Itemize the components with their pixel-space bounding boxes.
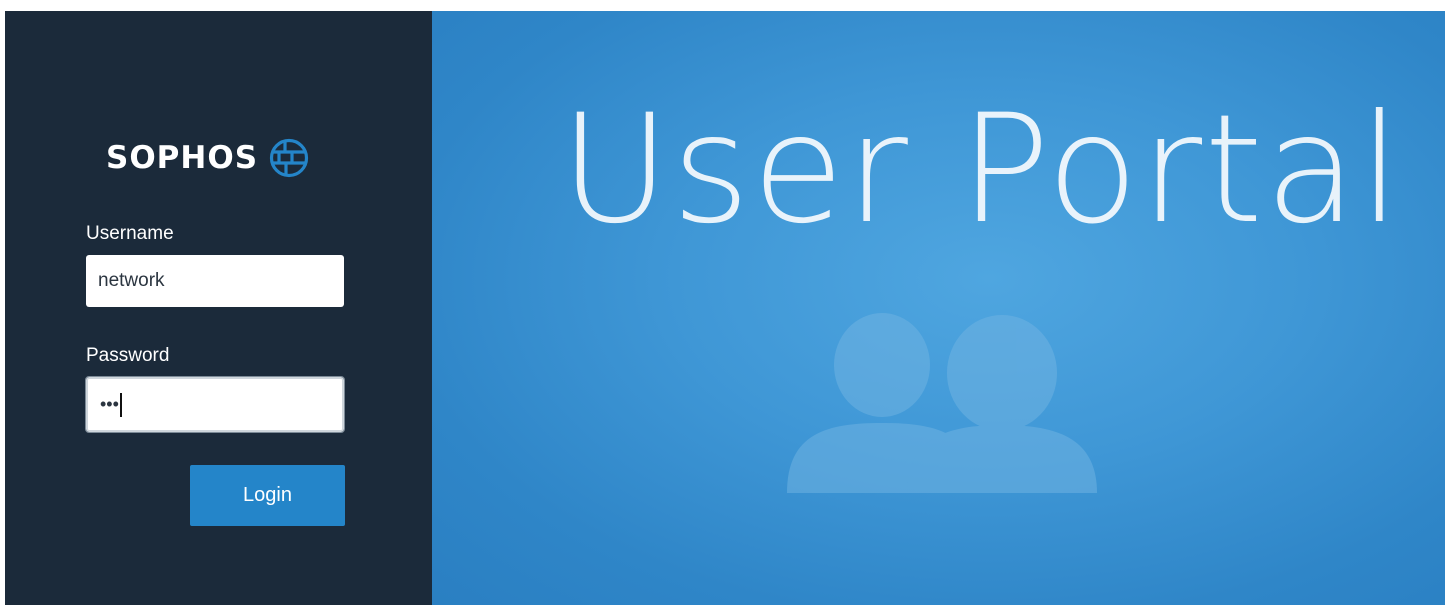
login-page: SOPHOS Username network Password ••• Log… <box>5 11 1445 605</box>
password-value: ••• <box>100 394 119 414</box>
sophos-logo: SOPHOS <box>106 137 310 179</box>
username-value: network <box>98 270 165 291</box>
globe-icon <box>269 138 309 178</box>
username-field[interactable]: network <box>86 255 344 307</box>
login-sidebar: SOPHOS Username network Password ••• Log… <box>5 11 432 605</box>
password-field[interactable]: ••• <box>85 376 345 433</box>
hero-title: User Portal <box>560 83 1403 257</box>
hero-panel: User Portal <box>432 11 1445 605</box>
users-icon <box>787 313 1097 493</box>
login-button[interactable]: Login <box>190 465 345 526</box>
text-caret <box>119 392 122 417</box>
password-label: Password <box>86 345 170 366</box>
brand-name: SOPHOS <box>106 140 259 176</box>
username-label: Username <box>86 223 174 244</box>
